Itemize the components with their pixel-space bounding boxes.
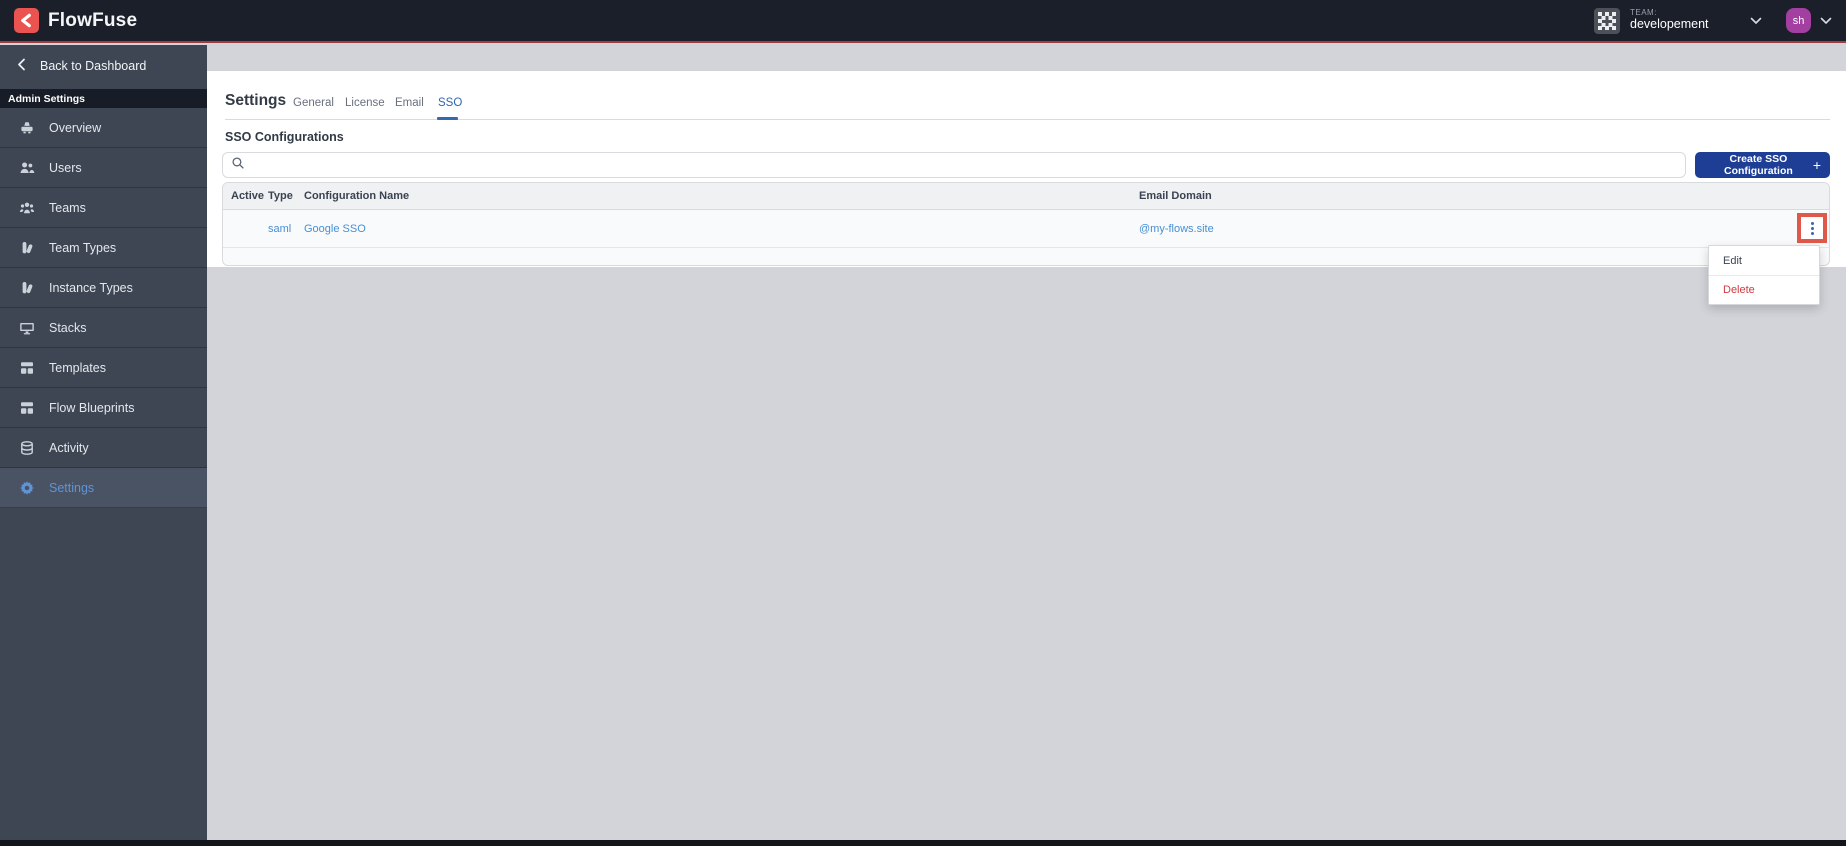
tab-sso[interactable]: SSO bbox=[438, 97, 462, 109]
sidebar-item-team-types[interactable]: Team Types bbox=[0, 228, 207, 268]
sidebar-item-label: Team Types bbox=[49, 240, 117, 255]
column-header-type: Type bbox=[268, 190, 293, 202]
team-identicon bbox=[1594, 7, 1620, 34]
brand-name: FlowFuse bbox=[48, 9, 138, 31]
database-icon bbox=[19, 440, 35, 456]
back-to-dashboard[interactable]: Back to Dashboard bbox=[0, 49, 207, 83]
sidebar-item-label: Flow Blueprints bbox=[49, 400, 135, 415]
sidebar-item-activity[interactable]: Activity bbox=[0, 428, 207, 468]
back-to-dashboard-label: Back to Dashboard bbox=[40, 59, 147, 73]
team-name: developement bbox=[1630, 17, 1709, 32]
sidebar-item-instance-types[interactable]: Instance Types bbox=[0, 268, 207, 308]
users-icon bbox=[19, 160, 35, 176]
page-title: Settings bbox=[225, 92, 287, 109]
search-input[interactable] bbox=[251, 158, 1677, 172]
sidebar-item-label: Teams bbox=[49, 200, 86, 215]
create-sso-configuration-label: Create SSO Configuration bbox=[1723, 153, 1793, 177]
plus-icon: + bbox=[1812, 157, 1821, 173]
sidebar-item-label: Stacks bbox=[49, 320, 87, 335]
sso-configurations-table: Active Type Configuration Name Email Dom… bbox=[222, 182, 1830, 266]
table-header-row: Active Type Configuration Name Email Dom… bbox=[223, 183, 1829, 210]
row-actions-kebab-button[interactable] bbox=[1797, 213, 1827, 243]
desktop-icon bbox=[19, 320, 35, 336]
cell-type-link[interactable]: saml bbox=[268, 223, 304, 235]
scale-icon bbox=[19, 120, 35, 136]
sidebar-item-users[interactable]: Users bbox=[0, 148, 207, 188]
create-sso-configuration-button[interactable]: Create SSO Configuration + bbox=[1695, 152, 1830, 178]
sidebar-item-label: Overview bbox=[49, 120, 102, 135]
sidebar-item-overview[interactable]: Overview bbox=[0, 108, 207, 148]
admin-sidebar: Back to Dashboard Admin Settings Overvie… bbox=[0, 45, 207, 846]
column-header-email-domain: Email Domain bbox=[1139, 190, 1212, 202]
team-texts: TEAM: developement bbox=[1630, 8, 1709, 32]
context-menu-item-edit[interactable]: Edit bbox=[1709, 246, 1819, 275]
navbar-right: TEAM: developement sh bbox=[1588, 4, 1832, 38]
template-icon bbox=[19, 360, 35, 376]
context-menu-item-delete[interactable]: Delete bbox=[1709, 275, 1819, 304]
swatch-icon bbox=[19, 280, 35, 296]
sidebar-item-teams[interactable]: Teams bbox=[0, 188, 207, 228]
row-actions-context-menu: Edit Delete bbox=[1708, 245, 1820, 305]
template-icon bbox=[19, 400, 35, 416]
sidebar-item-label: Activity bbox=[49, 440, 89, 455]
cell-configuration-name-link[interactable]: Google SSO bbox=[304, 223, 1139, 235]
kebab-icon bbox=[1810, 221, 1814, 235]
chevron-down-icon bbox=[1750, 12, 1762, 30]
table-row[interactable]: saml Google SSO @my-flows.site bbox=[223, 210, 1829, 248]
sidebar-item-label: Instance Types bbox=[49, 280, 133, 295]
avatar: sh bbox=[1786, 8, 1811, 33]
tab-license[interactable]: License bbox=[345, 97, 385, 109]
active-tab-underline bbox=[437, 116, 458, 120]
flowfuse-logo-icon bbox=[14, 8, 39, 33]
sidebar-item-settings[interactable]: Settings bbox=[0, 468, 207, 508]
search-icon bbox=[231, 156, 245, 175]
search-box bbox=[222, 152, 1686, 178]
chevron-left-icon bbox=[16, 58, 27, 74]
sidebar-item-label: Settings bbox=[49, 480, 95, 495]
sidebar-item-stacks[interactable]: Stacks bbox=[0, 308, 207, 348]
user-menu[interactable]: sh bbox=[1786, 8, 1832, 33]
top-navbar: FlowFuse TEAM: developement sh bbox=[0, 0, 1846, 43]
flowfuse-logo[interactable]: FlowFuse bbox=[14, 8, 137, 33]
gear-icon bbox=[19, 480, 35, 496]
tab-general[interactable]: General bbox=[293, 97, 334, 109]
sidebar-item-label: Templates bbox=[49, 360, 106, 375]
sidebar-item-label: Users bbox=[49, 160, 82, 175]
app-root: FlowFuse TEAM: developement sh Back to D… bbox=[0, 0, 1846, 846]
admin-settings-section-label: Admin Settings bbox=[0, 89, 207, 108]
column-header-configuration-name: Configuration Name bbox=[304, 190, 410, 202]
chevron-down-icon bbox=[1820, 12, 1832, 30]
team-selector[interactable]: TEAM: developement bbox=[1588, 4, 1768, 38]
sidebar-item-templates[interactable]: Templates bbox=[0, 348, 207, 388]
sidebar-item-flow-blueprints[interactable]: Flow Blueprints bbox=[0, 388, 207, 428]
tab-email[interactable]: Email bbox=[395, 97, 424, 109]
cell-email-domain-link[interactable]: @my-flows.site bbox=[1139, 223, 1829, 235]
column-header-active: Active bbox=[231, 190, 265, 202]
tabs-divider bbox=[225, 119, 1830, 120]
swatch-icon bbox=[19, 240, 35, 256]
user-group-icon bbox=[19, 200, 35, 216]
sso-configurations-title: SSO Configurations bbox=[225, 130, 344, 144]
window-bottom-edge bbox=[0, 840, 1846, 846]
